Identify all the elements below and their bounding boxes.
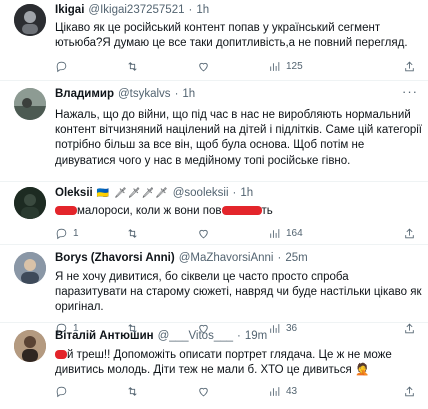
avatar[interactable] — [14, 4, 46, 36]
views-button[interactable]: 125 — [268, 60, 339, 73]
tweet-text-part: малороси, коли ж вони пов — [77, 205, 222, 217]
author-name[interactable]: Владимир — [55, 87, 114, 102]
tweet-text: Цікаво як це російський контент попав у … — [55, 22, 408, 50]
timestamp[interactable]: 1h — [240, 186, 253, 201]
timestamp[interactable]: 25m — [285, 251, 307, 266]
redaction-mark — [221, 206, 262, 216]
retweet-icon — [128, 228, 137, 238]
retweet-icon — [128, 62, 137, 71]
name-emoji-flags: 🇺🇦 🗡🗡🗡🗡 — [96, 188, 169, 199]
reply-button[interactable] — [55, 385, 126, 398]
tweet-actions: 1 164 — [55, 222, 422, 244]
author-name[interactable]: Oleksii — [55, 186, 93, 201]
retweet-icon — [128, 387, 137, 396]
author-handle[interactable]: @___Vitos___ — [158, 329, 233, 344]
avatar[interactable] — [14, 252, 46, 284]
tweet[interactable]: Ikigai @Ikigai237257521 · 1h Цікаво як ц… — [0, 0, 428, 81]
tweet[interactable]: Віталій Антюшин @___Vitos___ · 19m й тре… — [0, 323, 428, 409]
tweet[interactable]: Oleksii 🇺🇦 🗡🗡🗡🗡 @sooleksii · 1h малороси… — [0, 182, 428, 245]
tweet-actions: 125 — [55, 55, 422, 77]
author-handle[interactable]: @sooleksii — [173, 186, 229, 201]
redaction-mark — [55, 350, 67, 360]
more-icon[interactable]: ··· — [402, 85, 418, 98]
separator: · — [188, 4, 193, 16]
like-button[interactable] — [197, 385, 268, 398]
like-button[interactable] — [197, 60, 268, 73]
author-handle[interactable]: @MaZhavorsiAnni — [179, 251, 274, 266]
views-icon — [270, 228, 280, 238]
facepalm-emoji: 🤦 — [354, 364, 370, 377]
tweet-text-part: ть — [261, 205, 273, 217]
retweet-button[interactable] — [126, 385, 197, 398]
author-handle[interactable]: @Ikigai237257521 — [88, 3, 184, 18]
reply-button[interactable] — [55, 60, 126, 73]
retweet-button[interactable] — [126, 227, 197, 240]
share-icon — [405, 228, 414, 238]
like-icon — [199, 387, 208, 397]
separator: · — [237, 330, 241, 342]
tweet-actions: 43 — [55, 380, 422, 402]
reply-icon — [56, 61, 67, 73]
avatar[interactable] — [14, 330, 46, 362]
tweet-text-part: й треш!! Допоможіть описати портрет гляд… — [55, 349, 392, 377]
reply-button[interactable]: 1 — [55, 227, 126, 240]
tweet-text: Я не хочу дивитися, бо сіквели це часто … — [55, 271, 422, 314]
views-icon — [270, 387, 280, 396]
tweet-feed: Ikigai @Ikigai237257521 · 1h Цікаво як ц… — [0, 0, 428, 409]
tweet-text: й треш!! Допоможіть описати портрет гляд… — [55, 348, 422, 378]
tweet-text: Нажаль, що до війни, що під час в нас не… — [55, 109, 422, 167]
avatar[interactable] — [14, 187, 46, 219]
separator: · — [232, 187, 237, 199]
views-button[interactable]: 43 — [268, 385, 339, 398]
share-button[interactable] — [403, 60, 416, 73]
like-button[interactable] — [197, 227, 268, 240]
timestamp[interactable]: 19m — [245, 329, 267, 344]
views-count: 43 — [286, 385, 298, 397]
like-icon — [199, 229, 208, 239]
views-button[interactable]: 164 — [268, 227, 339, 240]
timestamp[interactable]: 1h — [182, 87, 195, 102]
separator: · — [174, 88, 179, 100]
redaction-mark — [55, 206, 77, 216]
reply-count: 1 — [73, 227, 79, 239]
timestamp[interactable]: 1h — [196, 3, 209, 18]
author-name[interactable]: Ikigai — [55, 3, 84, 18]
tweet[interactable]: Владимир @tsykalvs · 1h ··· Нажаль, що д… — [0, 81, 428, 182]
views-count: 125 — [286, 60, 303, 72]
share-icon — [405, 386, 414, 397]
share-button[interactable] — [403, 385, 416, 398]
reply-icon — [56, 386, 67, 398]
views-icon — [270, 62, 280, 71]
reply-icon — [56, 228, 67, 239]
author-name[interactable]: Віталій Антюшин — [55, 329, 154, 344]
author-name[interactable]: Borys (Zhavorsi Anni) — [55, 251, 175, 266]
share-button[interactable] — [403, 227, 416, 240]
avatar[interactable] — [14, 88, 46, 120]
author-handle[interactable]: @tsykalvs — [118, 87, 171, 102]
like-icon — [199, 62, 208, 72]
views-count: 164 — [286, 227, 303, 239]
tweet-text: малороси, коли ж вони пов ть — [55, 204, 422, 219]
retweet-button[interactable] — [126, 60, 197, 73]
separator: · — [277, 252, 282, 264]
tweet[interactable]: Borys (Zhavorsi Anni) @MaZhavorsiAnni · … — [0, 245, 428, 335]
share-icon — [405, 61, 414, 72]
